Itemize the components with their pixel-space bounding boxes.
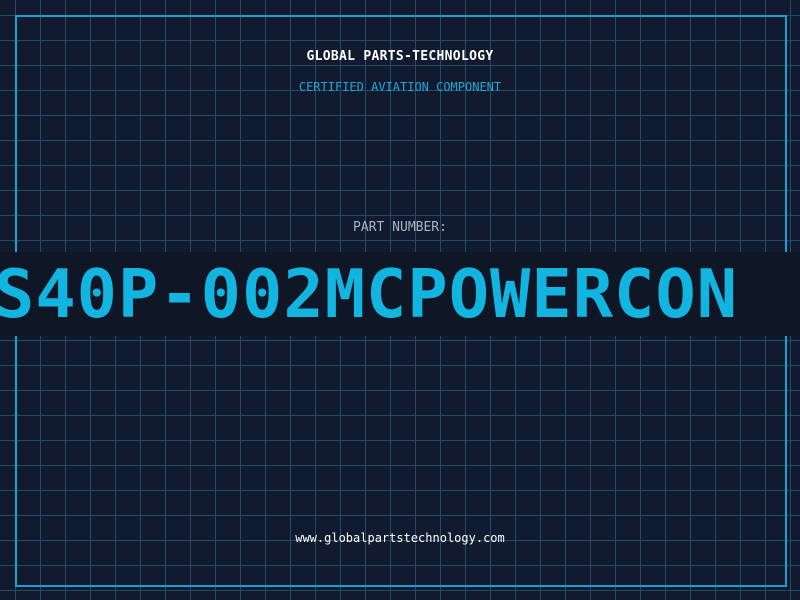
part-number-band: S40P-002MCPOWERCON: [0, 252, 800, 336]
part-number-label: PART NUMBER:: [353, 220, 447, 235]
tagline: CERTIFIED AVIATION COMPONENT: [298, 80, 502, 94]
company-name: GLOBAL PARTS-TECHNOLOGY: [306, 49, 494, 64]
part-number-value: S40P-002MCPOWERCON: [0, 255, 739, 333]
website-url: www.globalpartstechnology.com: [295, 531, 505, 545]
